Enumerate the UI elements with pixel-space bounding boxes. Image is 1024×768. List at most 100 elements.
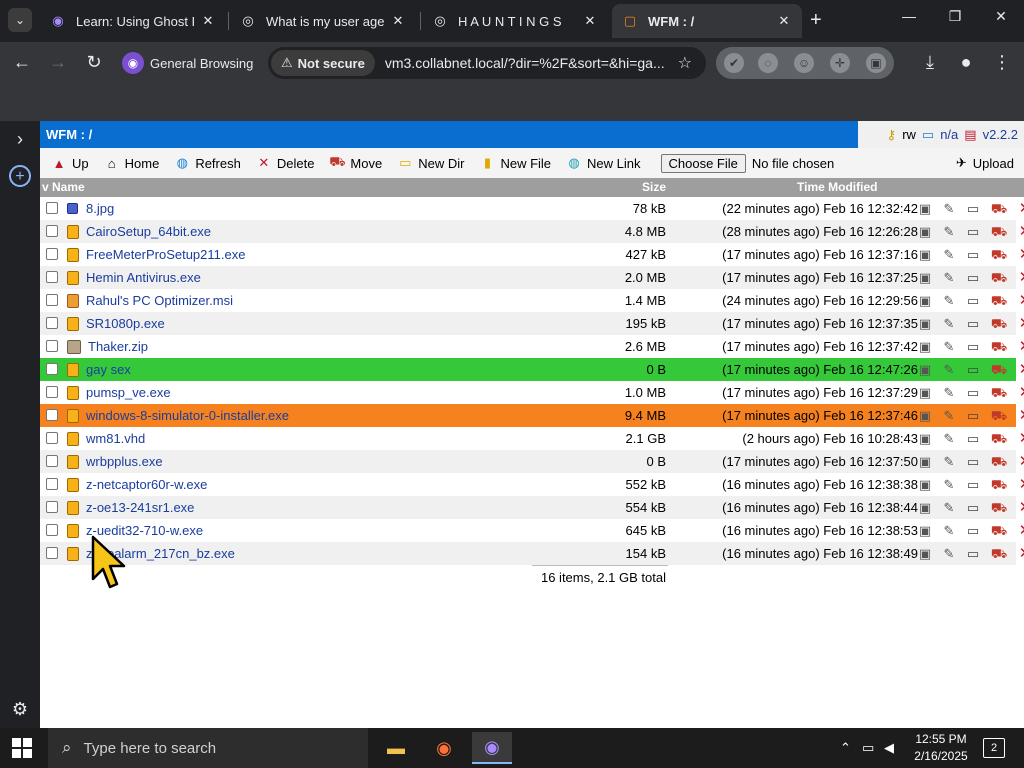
delete-icon[interactable]: ✕ xyxy=(1016,407,1024,425)
clock[interactable]: 12:55 PM 2/16/2025 xyxy=(906,731,976,765)
truck-icon[interactable]: ⛟ xyxy=(990,453,1008,471)
profile-avatar-icon[interactable]: ● xyxy=(954,52,978,73)
truck-icon[interactable]: ⛟ xyxy=(990,522,1008,540)
row-checkbox[interactable] xyxy=(46,202,58,214)
row-checkbox[interactable] xyxy=(46,455,58,467)
comment-icon[interactable]: ▭ xyxy=(964,430,982,448)
row-checkbox[interactable] xyxy=(46,294,58,306)
truck-icon[interactable]: ⛟ xyxy=(990,384,1008,402)
truck-icon[interactable]: ⛟ xyxy=(990,200,1008,218)
time-column-header[interactable]: Time Modified xyxy=(797,180,877,194)
gear-icon[interactable]: ⚙ xyxy=(8,697,32,721)
comment-icon[interactable]: ▭ xyxy=(964,200,982,218)
delete-icon[interactable]: ✕ xyxy=(1016,315,1024,333)
tab-wfm[interactable]: ▢ WFM : / ✕ xyxy=(612,4,802,38)
truck-icon[interactable]: ⛟ xyxy=(990,338,1008,356)
truck-icon[interactable]: ⛟ xyxy=(990,476,1008,494)
comment-icon[interactable]: ▭ xyxy=(964,292,982,310)
comment-icon[interactable]: ▭ xyxy=(964,453,982,471)
truck-icon[interactable]: ⛟ xyxy=(990,545,1008,563)
delete-icon[interactable]: ✕ xyxy=(1016,269,1024,287)
url-text[interactable]: vm3.collabnet.local/?dir=%2F&sort=&hi=ga… xyxy=(385,55,675,71)
row-checkbox[interactable] xyxy=(46,432,58,444)
taskbar-search[interactable]: ⌕ Type here to search xyxy=(48,728,368,768)
extension-check-icon[interactable]: ✔ xyxy=(724,53,744,73)
file-name-link[interactable]: windows-8-simulator-0-installer.exe xyxy=(86,408,289,423)
size-column-header[interactable]: Size xyxy=(642,180,666,194)
comment-icon[interactable]: ▭ xyxy=(964,499,982,517)
truck-icon[interactable]: ⛟ xyxy=(990,361,1008,379)
file-name-link[interactable]: z-oe13-241sr1.exe xyxy=(86,500,194,515)
file-name-link[interactable]: Rahul's PC Optimizer.msi xyxy=(86,293,233,308)
refresh-button[interactable]: ◍ Refresh xyxy=(174,155,241,171)
truck-icon[interactable]: ⛟ xyxy=(990,430,1008,448)
close-icon[interactable]: ✕ xyxy=(776,13,792,29)
comment-icon[interactable]: ▭ xyxy=(964,223,982,241)
truck-icon[interactable]: ⛟ xyxy=(990,315,1008,333)
delete-button[interactable]: ✕ Delete xyxy=(256,155,314,171)
row-checkbox[interactable] xyxy=(46,363,58,375)
delete-icon[interactable]: ✕ xyxy=(1016,499,1024,517)
delete-icon[interactable]: ✕ xyxy=(1016,522,1024,540)
extension-search-icon[interactable]: ◌ xyxy=(758,53,778,73)
save-icon[interactable]: ▣ xyxy=(916,338,934,356)
row-checkbox[interactable] xyxy=(46,386,58,398)
delete-icon[interactable]: ✕ xyxy=(1016,384,1024,402)
edit-icon[interactable]: ✎ xyxy=(940,545,958,563)
comment-icon[interactable]: ▭ xyxy=(964,407,982,425)
save-icon[interactable]: ▣ xyxy=(916,476,934,494)
file-name-link[interactable]: gay sex xyxy=(86,362,131,377)
save-icon[interactable]: ▣ xyxy=(916,499,934,517)
row-checkbox[interactable] xyxy=(46,478,58,490)
minimize-icon[interactable]: — xyxy=(886,8,932,24)
tab-user-agent[interactable]: ◎ What is my user agent ✕ xyxy=(230,4,416,38)
save-icon[interactable]: ▣ xyxy=(916,361,934,379)
edit-icon[interactable]: ✎ xyxy=(940,430,958,448)
tab-search-button[interactable]: ⌄ xyxy=(8,8,32,32)
edit-icon[interactable]: ✎ xyxy=(940,315,958,333)
row-checkbox[interactable] xyxy=(46,225,58,237)
delete-icon[interactable]: ✕ xyxy=(1016,223,1024,241)
edit-icon[interactable]: ✎ xyxy=(940,292,958,310)
row-checkbox[interactable] xyxy=(46,501,58,513)
edit-icon[interactable]: ✎ xyxy=(940,499,958,517)
save-icon[interactable]: ▣ xyxy=(916,246,934,264)
back-icon[interactable]: ← xyxy=(10,52,34,73)
file-name-link[interactable]: pumsp_ve.exe xyxy=(86,385,171,400)
network-icon[interactable]: ▭ xyxy=(862,740,874,756)
truck-icon[interactable]: ⛟ xyxy=(990,407,1008,425)
edit-icon[interactable]: ✎ xyxy=(940,361,958,379)
row-checkbox[interactable] xyxy=(46,524,58,536)
file-name-link[interactable]: SR1080p.exe xyxy=(86,316,165,331)
close-icon[interactable]: ✕ xyxy=(390,13,406,29)
move-button[interactable]: ⛟ Move xyxy=(329,154,382,171)
reload-icon[interactable]: ↻ xyxy=(82,52,106,73)
window-close-icon[interactable]: ✕ xyxy=(978,8,1024,25)
menu-icon[interactable]: ⋮ xyxy=(990,52,1014,73)
save-icon[interactable]: ▣ xyxy=(916,223,934,241)
download-icon[interactable]: ⤓ xyxy=(918,52,942,73)
extension-face-icon[interactable]: ☺ xyxy=(794,53,814,73)
delete-icon[interactable]: ✕ xyxy=(1016,292,1024,310)
forward-icon[interactable]: → xyxy=(46,52,70,73)
comment-icon[interactable]: ▭ xyxy=(964,545,982,563)
file-name-link[interactable]: z-netcaptor60r-w.exe xyxy=(86,477,207,492)
comment-icon[interactable]: ▭ xyxy=(964,246,982,264)
home-button[interactable]: ⌂ Home xyxy=(104,155,160,171)
chevron-up-icon[interactable]: ⌃ xyxy=(840,740,851,756)
ghost-browser-icon[interactable]: ◉ xyxy=(472,732,512,764)
choose-file-button[interactable]: Choose File xyxy=(660,153,746,173)
profile-chip[interactable]: ◉ General Browsing xyxy=(122,49,253,77)
row-checkbox[interactable] xyxy=(46,271,58,283)
extension-target-icon[interactable]: ✛ xyxy=(830,53,850,73)
row-checkbox[interactable] xyxy=(46,547,58,559)
edit-icon[interactable]: ✎ xyxy=(940,269,958,287)
edit-icon[interactable]: ✎ xyxy=(940,453,958,471)
file-name-link[interactable]: wrbpplus.exe xyxy=(86,454,163,469)
truck-icon[interactable]: ⛟ xyxy=(990,223,1008,241)
edit-icon[interactable]: ✎ xyxy=(940,246,958,264)
upload-button[interactable]: ✈ Upload xyxy=(956,155,1014,171)
file-name-link[interactable]: wm81.vhd xyxy=(86,431,145,446)
edit-icon[interactable]: ✎ xyxy=(940,522,958,540)
truck-icon[interactable]: ⛟ xyxy=(990,246,1008,264)
